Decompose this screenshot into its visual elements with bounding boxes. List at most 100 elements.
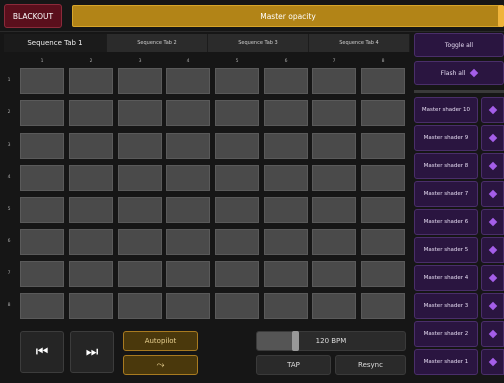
previous-button[interactable]: ⏮ xyxy=(20,331,64,373)
master-shader-select-button[interactable] xyxy=(481,209,504,235)
sequence-cell[interactable] xyxy=(69,293,113,319)
next-button[interactable]: ⏭ xyxy=(70,331,114,373)
sequence-cell[interactable] xyxy=(166,229,210,255)
shuffle-button[interactable]: ⤳ xyxy=(123,355,198,375)
sequence-cell[interactable] xyxy=(312,261,356,287)
sequence-cell[interactable] xyxy=(264,100,308,126)
sequence-cell[interactable] xyxy=(118,133,162,159)
sequence-cell[interactable] xyxy=(264,165,308,191)
sequence-cell[interactable] xyxy=(166,165,210,191)
sequence-cell[interactable] xyxy=(361,133,405,159)
sequence-cell[interactable] xyxy=(264,229,308,255)
sequence-cell[interactable] xyxy=(166,293,210,319)
sequence-cell[interactable] xyxy=(312,197,356,223)
master-shader-button[interactable]: Master shader 6 xyxy=(414,209,478,235)
sequence-cell[interactable] xyxy=(264,68,308,94)
sequence-cell[interactable] xyxy=(361,197,405,223)
sequence-cell[interactable] xyxy=(20,100,64,126)
master-shader-button[interactable]: Master shader 9 xyxy=(414,125,478,151)
sequence-cell[interactable] xyxy=(20,197,64,223)
autopilot-button[interactable]: Autopilot xyxy=(123,331,198,351)
sequence-cell[interactable] xyxy=(215,133,259,159)
sequence-cell[interactable] xyxy=(166,100,210,126)
sequence-cell[interactable] xyxy=(166,197,210,223)
sequence-cell[interactable] xyxy=(361,68,405,94)
sequence-cell[interactable] xyxy=(20,293,64,319)
sequence-cell[interactable] xyxy=(215,197,259,223)
sequence-cell[interactable] xyxy=(118,165,162,191)
sequence-cell[interactable] xyxy=(166,261,210,287)
sequence-cell[interactable] xyxy=(215,100,259,126)
sequence-cell[interactable] xyxy=(312,133,356,159)
sequence-cell[interactable] xyxy=(118,100,162,126)
sequence-cell[interactable] xyxy=(264,197,308,223)
sequence-cell[interactable] xyxy=(69,165,113,191)
tab-sequence-2[interactable]: Sequence Tab 2 xyxy=(107,34,208,52)
sequence-cell[interactable] xyxy=(118,229,162,255)
master-shader-button[interactable]: Master shader 1 xyxy=(414,349,478,375)
sequence-cell[interactable] xyxy=(166,133,210,159)
tab-sequence-3[interactable]: Sequence Tab 3 xyxy=(208,34,309,52)
sequence-cell[interactable] xyxy=(118,68,162,94)
master-shader-label: Master shader 1 xyxy=(423,359,469,365)
sequence-cell[interactable] xyxy=(20,133,64,159)
sequence-cell[interactable] xyxy=(215,229,259,255)
master-shader-select-button[interactable] xyxy=(481,265,504,291)
tap-button[interactable]: TAP xyxy=(256,355,331,375)
master-shader-button[interactable]: Master shader 8 xyxy=(414,153,478,179)
master-shader-select-button[interactable] xyxy=(481,321,504,347)
sequence-cell[interactable] xyxy=(312,68,356,94)
sequence-cell[interactable] xyxy=(118,293,162,319)
flash-all-button[interactable]: Flash all xyxy=(414,61,504,85)
sequence-cell[interactable] xyxy=(215,261,259,287)
sequence-cell[interactable] xyxy=(215,165,259,191)
master-shader-button[interactable]: Master shader 3 xyxy=(414,293,478,319)
sequence-cell[interactable] xyxy=(361,229,405,255)
sequence-cell[interactable] xyxy=(264,133,308,159)
master-shader-select-button[interactable] xyxy=(481,349,504,375)
sequence-cell[interactable] xyxy=(69,133,113,159)
master-opacity-handle[interactable] xyxy=(498,5,504,27)
sequence-cell[interactable] xyxy=(215,68,259,94)
sequence-cell[interactable] xyxy=(20,229,64,255)
sequence-cell[interactable] xyxy=(166,68,210,94)
sequence-cell[interactable] xyxy=(69,197,113,223)
sequence-cell[interactable] xyxy=(264,261,308,287)
sequence-cell[interactable] xyxy=(361,261,405,287)
sequence-cell[interactable] xyxy=(215,293,259,319)
blackout-button[interactable]: BLACKOUT xyxy=(4,4,62,28)
master-shader-button[interactable]: Master shader 7 xyxy=(414,181,478,207)
tab-sequence-4[interactable]: Sequence Tab 4 xyxy=(309,34,410,52)
sequence-cell[interactable] xyxy=(361,100,405,126)
sequence-cell[interactable] xyxy=(69,261,113,287)
master-shader-button[interactable]: Master shader 2 xyxy=(414,321,478,347)
master-shader-select-button[interactable] xyxy=(481,125,504,151)
sequence-cell[interactable] xyxy=(312,165,356,191)
master-shader-select-button[interactable] xyxy=(481,237,504,263)
sequence-cell[interactable] xyxy=(69,68,113,94)
sequence-cell[interactable] xyxy=(264,293,308,319)
sequence-cell[interactable] xyxy=(118,197,162,223)
resync-button[interactable]: Resync xyxy=(335,355,406,375)
master-opacity-slider[interactable]: Master opacity xyxy=(72,5,504,27)
tab-sequence-1[interactable]: Sequence Tab 1 xyxy=(4,34,107,52)
sequence-cell[interactable] xyxy=(118,261,162,287)
sequence-cell[interactable] xyxy=(312,229,356,255)
sequence-cell[interactable] xyxy=(20,68,64,94)
sequence-cell[interactable] xyxy=(361,165,405,191)
sequence-cell[interactable] xyxy=(69,229,113,255)
master-shader-button[interactable]: Master shader 4 xyxy=(414,265,478,291)
sequence-cell[interactable] xyxy=(312,293,356,319)
master-shader-button[interactable]: Master shader 10 xyxy=(414,97,478,123)
master-shader-select-button[interactable] xyxy=(481,153,504,179)
master-shader-select-button[interactable] xyxy=(481,97,504,123)
sequence-cell[interactable] xyxy=(20,261,64,287)
sequence-cell[interactable] xyxy=(361,293,405,319)
sequence-cell[interactable] xyxy=(69,100,113,126)
sequence-cell[interactable] xyxy=(20,165,64,191)
toggle-all-button[interactable]: Toggle all xyxy=(414,33,504,57)
master-shader-select-button[interactable] xyxy=(481,293,504,319)
sequence-cell[interactable] xyxy=(312,100,356,126)
master-shader-button[interactable]: Master shader 5 xyxy=(414,237,478,263)
master-shader-select-button[interactable] xyxy=(481,181,504,207)
